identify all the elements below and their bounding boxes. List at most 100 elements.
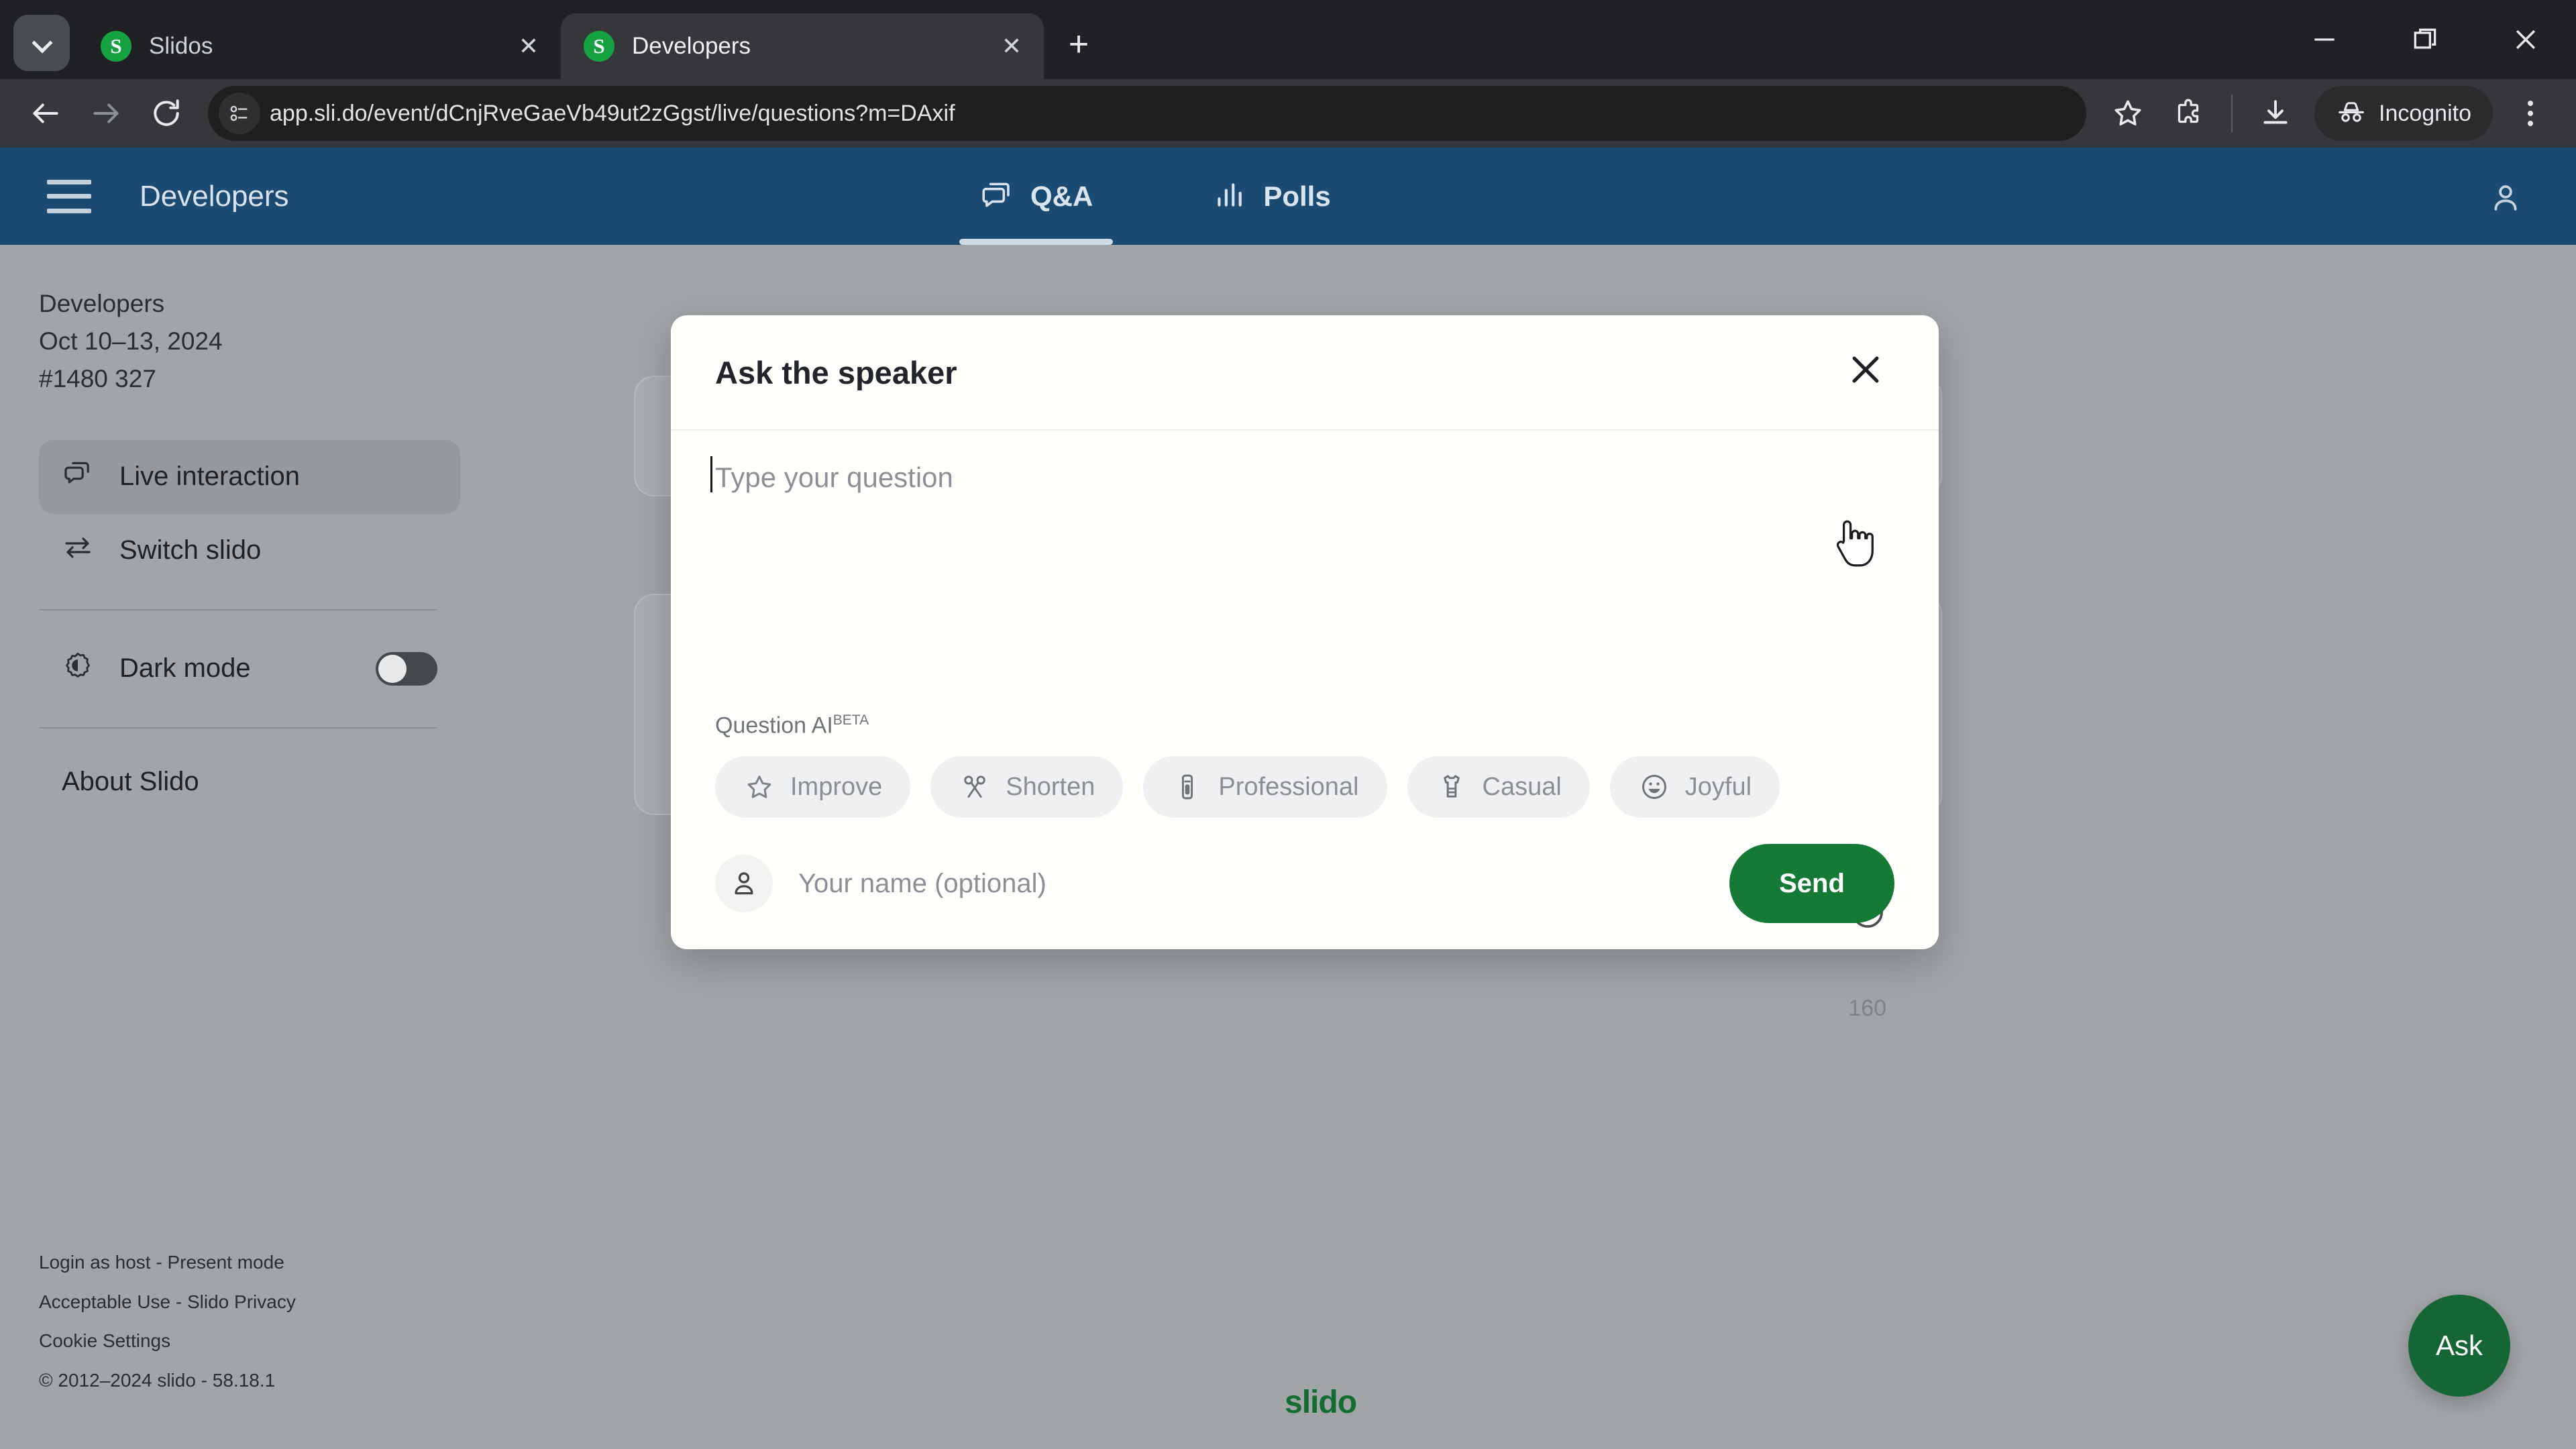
extensions-puzzle-icon[interactable] [2160, 85, 2216, 142]
question-ai-chips: Improve Shorten Professional Casual Joyf… [715, 756, 1780, 818]
text-caret [710, 456, 712, 492]
question-ai-text: Question AI [715, 712, 833, 739]
question-ai-label: Question AIBETA [715, 712, 869, 739]
dark-mode-toggle[interactable] [376, 651, 437, 686]
sidebar-item-label: Live interaction [119, 462, 301, 492]
maximize-button[interactable] [2375, 0, 2475, 79]
browser-tab-slidos[interactable]: S Slidos ✕ [78, 13, 561, 79]
browser-tab-developers[interactable]: S Developers ✕ [561, 13, 1044, 79]
necktie-icon [1171, 771, 1203, 803]
forward-arrow-icon[interactable] [78, 85, 134, 142]
tab-search-button[interactable] [13, 15, 70, 71]
scissors-icon [959, 771, 991, 803]
modal-footer: Your name (optional) Send [671, 818, 1939, 949]
tab-close-icon[interactable]: ✕ [511, 29, 546, 64]
chip-label: Professional [1218, 772, 1359, 801]
sidebar: Developers Oct 10–13, 2024 #1480 327 Liv… [0, 245, 460, 1449]
tab-polls[interactable]: Polls [1192, 148, 1350, 245]
modal-header: Ask the speaker [671, 315, 1939, 431]
download-icon[interactable] [2247, 85, 2304, 142]
sidebar-item-dark-mode[interactable]: Dark mode [39, 632, 460, 706]
back-arrow-icon[interactable] [17, 85, 74, 142]
chip-casual[interactable]: Casual [1407, 756, 1590, 818]
toolbar-divider [2231, 95, 2233, 132]
chat-bubbles-icon [62, 458, 94, 496]
tab-qa-label: Q&A [1030, 180, 1093, 212]
sidebar-divider [39, 727, 437, 729]
incognito-label: Incognito [2379, 100, 2471, 126]
minimize-button[interactable] [2274, 0, 2375, 79]
brightness-icon [62, 649, 94, 688]
tab-title: Developers [632, 33, 751, 59]
new-tab-button[interactable]: + [1053, 19, 1104, 70]
sidebar-event-code: #1480 327 [39, 365, 156, 393]
chip-professional[interactable]: Professional [1143, 756, 1387, 818]
bar-chart-icon [1212, 178, 1246, 215]
footer-link-login-host[interactable]: Login as host - Present mode [39, 1243, 296, 1283]
beta-badge: BETA [833, 712, 869, 728]
incognito-hat-icon [2336, 97, 2367, 131]
modal-title: Ask the speaker [715, 354, 957, 390]
sidebar-item-switch-slido[interactable]: Switch slido [39, 514, 460, 588]
question-placeholder: Type your question [715, 462, 953, 493]
chip-label: Joyful [1684, 772, 1752, 801]
chip-improve[interactable]: Improve [715, 756, 911, 818]
window-controls [2274, 0, 2576, 79]
sidebar-item-label: Switch slido [119, 535, 262, 566]
chip-label: Improve [790, 772, 883, 801]
reload-icon[interactable] [138, 85, 195, 142]
speech-bubble-icon [979, 178, 1013, 215]
app-header: Developers Q&A Polls [0, 148, 2576, 245]
browser-window: S Slidos ✕ S Developers ✕ + app.sli.do/e… [0, 0, 2576, 1449]
sidebar-item-about-slido[interactable]: About Slido [39, 755, 460, 809]
site-settings-icon[interactable] [219, 93, 260, 134]
tshirt-icon [1436, 771, 1468, 803]
page-viewport: Developers Q&A Polls Developers Oct 10–1… [0, 148, 2576, 1449]
name-input[interactable]: Your name (optional) [798, 869, 1729, 899]
url-text: app.sli.do/event/dCnjRveGaeVb49ut2zGgst/… [270, 100, 955, 126]
tab-favicon: S [101, 31, 131, 62]
character-counter: 160 [1848, 996, 1886, 1021]
sidebar-item-label: Dark mode [119, 653, 251, 684]
question-input[interactable]: Type your question [710, 456, 953, 494]
ask-the-speaker-modal: Ask the speaker Type your question 160 Q… [671, 315, 1939, 1021]
person-icon[interactable] [715, 855, 773, 912]
chip-joyful[interactable]: Joyful [1609, 756, 1780, 818]
footer-link-acceptable-use[interactable]: Acceptable Use - Slido Privacy [39, 1283, 296, 1322]
slido-logo: slido [1285, 1385, 1357, 1420]
tab-title: Slidos [149, 33, 213, 59]
hamburger-menu-icon[interactable] [47, 179, 91, 213]
tab-qa[interactable]: Q&A [959, 148, 1114, 245]
chip-label: Casual [1482, 772, 1562, 801]
chevron-down-icon [33, 34, 50, 52]
app-nav-tabs: Q&A Polls [959, 148, 1351, 245]
sidebar-nav: Live interaction Switch slido Dark mode … [39, 439, 460, 809]
footer-copyright: © 2012–2024 slido - 58.18.1 [39, 1370, 276, 1391]
kebab-menu-icon[interactable] [2502, 85, 2559, 142]
address-bar[interactable]: app.sli.do/event/dCnjRveGaeVb49ut2zGgst/… [208, 86, 2086, 141]
tab-polls-label: Polls [1263, 180, 1331, 212]
chip-label: Shorten [1006, 772, 1095, 801]
sidebar-event-name: Developers [39, 290, 165, 317]
tab-strip: S Slidos ✕ S Developers ✕ + [0, 0, 2576, 79]
star-outline-icon [743, 771, 775, 803]
sidebar-event-dates: Oct 10–13, 2024 [39, 327, 223, 356]
incognito-indicator[interactable]: Incognito [2314, 86, 2493, 141]
tab-close-icon[interactable]: ✕ [994, 29, 1029, 64]
page-title: Developers [140, 179, 289, 213]
switch-arrows-icon [62, 531, 94, 570]
chip-shorten[interactable]: Shorten [930, 756, 1124, 818]
star-icon[interactable] [2100, 85, 2156, 142]
sidebar-footer: Login as host - Present mode Acceptable … [39, 1243, 296, 1401]
close-icon[interactable] [1845, 349, 1886, 390]
user-profile-icon[interactable] [2487, 180, 2524, 219]
grinning-face-icon [1638, 771, 1670, 803]
footer-link-cookie-settings[interactable]: Cookie Settings [39, 1322, 296, 1361]
sidebar-item-live-interaction[interactable]: Live interaction [39, 439, 460, 514]
modal-body: Type your question 160 Question AIBETA I… [671, 431, 1939, 1021]
close-window-button[interactable] [2475, 0, 2576, 79]
ask-button[interactable]: Ask [2408, 1295, 2510, 1397]
sidebar-divider [39, 608, 437, 610]
tab-favicon: S [584, 31, 614, 62]
send-button[interactable]: Send [1729, 844, 1894, 923]
